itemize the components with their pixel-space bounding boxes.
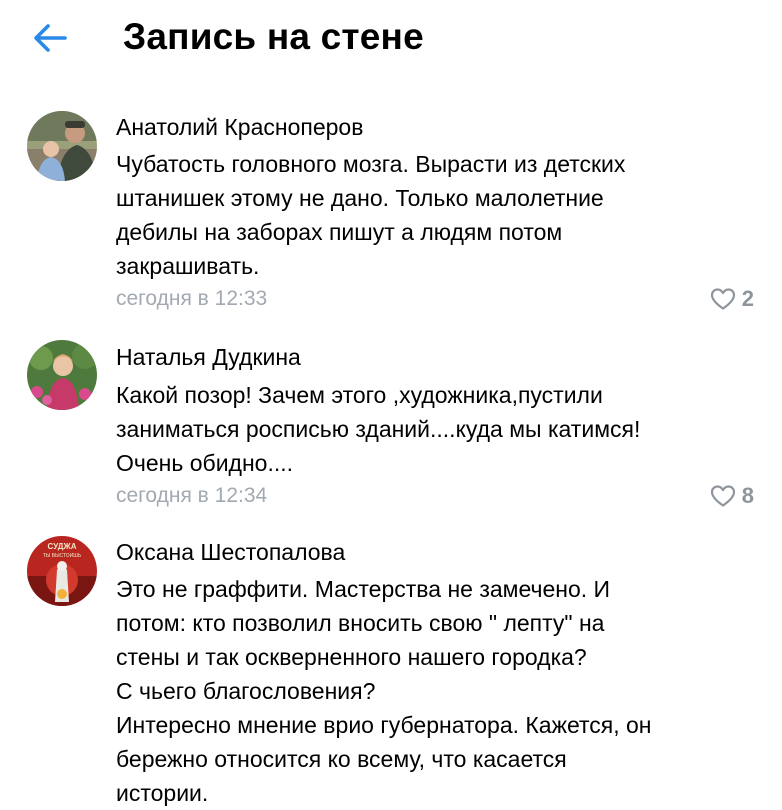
heart-outline-icon	[710, 288, 735, 310]
arrow-left-icon	[34, 24, 67, 52]
avatar-subtitle: ТЫ ВЫСТОИШЬ	[43, 553, 82, 559]
comment-author[interactable]: Анатолий Красноперов	[116, 112, 363, 142]
comment-text-line: Интересно мнение врио губернатора. Кажет…	[116, 712, 652, 738]
avatar[interactable]: СУДЖА ТЫ ВЫСТОИШЬ	[27, 536, 97, 606]
comment-author[interactable]: Оксана Шестопалова	[116, 537, 345, 567]
comment-text-line: Чубатость головного мозга. Вырасти из де…	[116, 151, 626, 177]
comment-text-line: закрашивать.	[116, 253, 260, 279]
back-button[interactable]	[28, 20, 72, 56]
comment-text-line: Какой позор! Зачем этого ,художника,пуст…	[116, 382, 603, 408]
comment-text: Какой позор! Зачем этого ,художника,пуст…	[116, 378, 756, 480]
comment-text-line: бережно относится ко всему, что касается	[116, 746, 567, 772]
like-button[interactable]: 8	[710, 482, 754, 510]
comment-text-line: Это не граффити. Мастерства не замечено.…	[116, 576, 611, 602]
comment-text-line: штанишек этому не дано. Только малолетни…	[116, 185, 604, 211]
comment-author[interactable]: Наталья Дудкина	[116, 342, 301, 372]
page-title: Запись на стене	[123, 16, 424, 57]
avatar[interactable]	[27, 111, 97, 181]
comment-text-line: дебилы на заборах пишут а людям потом	[116, 219, 563, 245]
avatar-title: СУДЖА	[48, 542, 77, 551]
like-button[interactable]: 2	[710, 285, 754, 313]
comment-text: Это не граффити. Мастерства не замечено.…	[116, 572, 756, 810]
comment-text-line: Очень обидно....	[116, 450, 294, 476]
like-count: 2	[741, 286, 754, 311]
heart-outline-icon	[710, 485, 735, 507]
comment-text-line: потом: кто позволил вносить свою " лепту…	[116, 610, 605, 636]
header: Запись на стене	[0, 0, 782, 80]
comment-text-line: заниматься росписью зданий....куда мы ка…	[116, 416, 641, 442]
comment-text: Чубатость головного мозга. Вырасти из де…	[116, 147, 756, 283]
comment-text-line: С чьего благословения?	[116, 678, 376, 704]
comment-text-line: истории.	[116, 780, 209, 806]
avatar[interactable]	[27, 340, 97, 410]
comment-timestamp: сегодня в 12:33	[116, 287, 268, 310]
comment-text-line: стены и так оскверненного нашего городка…	[116, 644, 587, 670]
like-count: 8	[741, 483, 754, 508]
comment-timestamp: сегодня в 12:34	[116, 484, 268, 507]
